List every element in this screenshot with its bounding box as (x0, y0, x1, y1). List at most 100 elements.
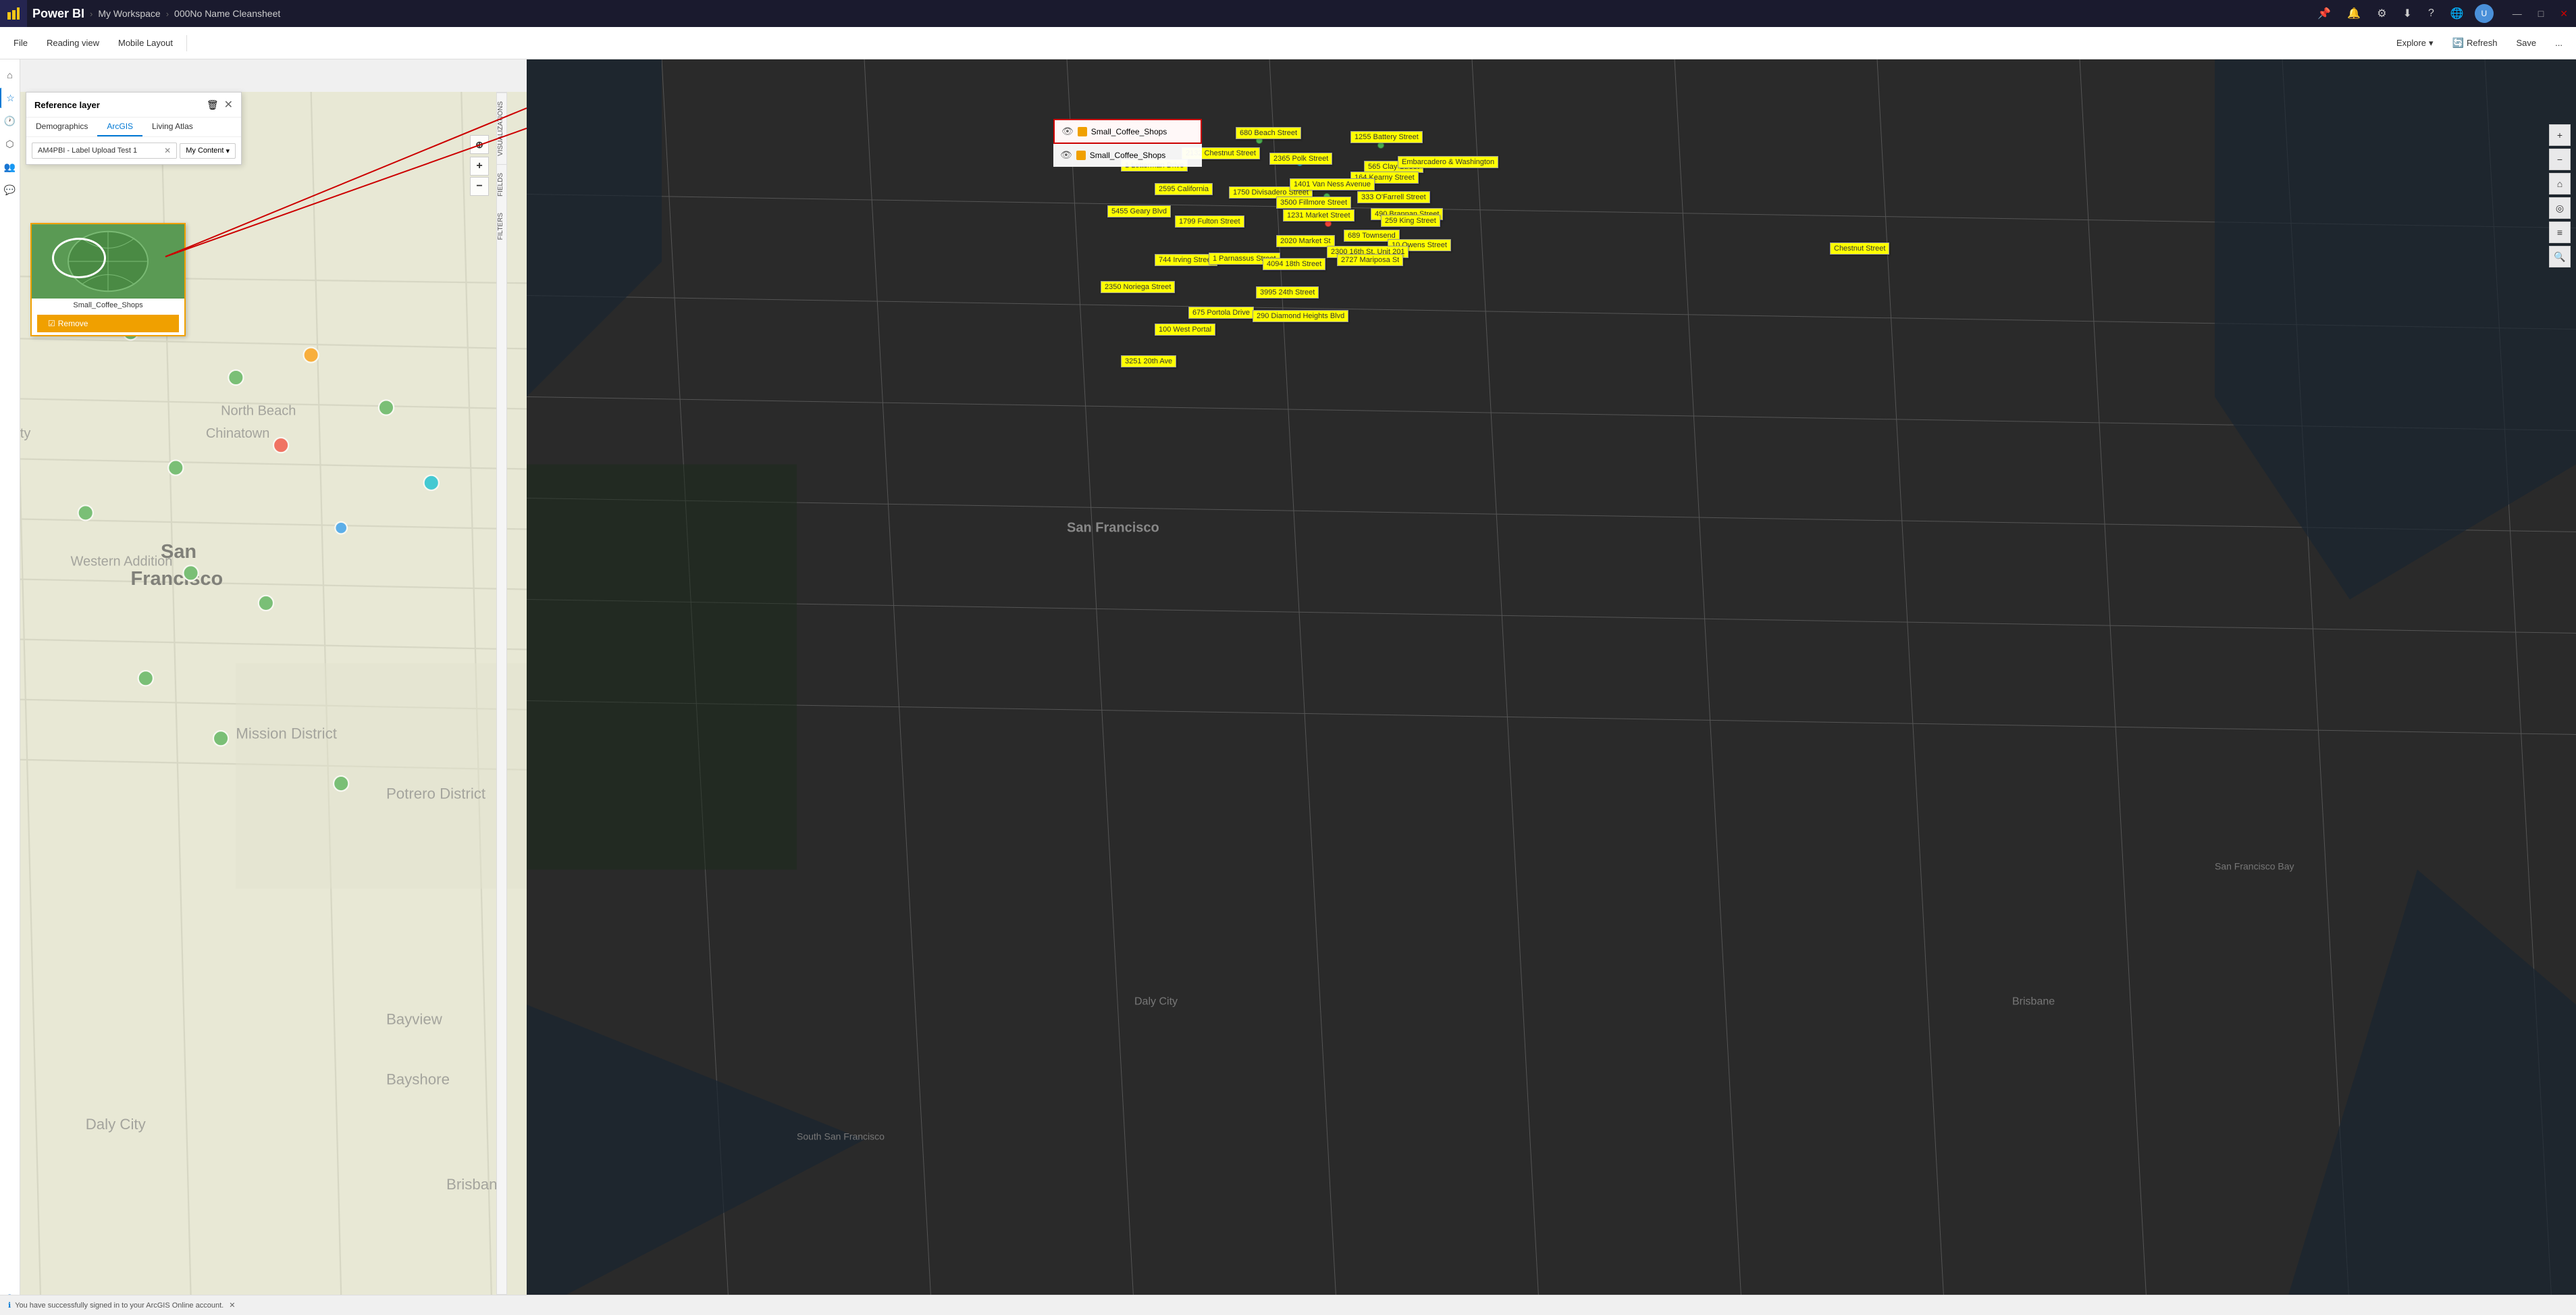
svg-text:Marin County: Marin County (20, 426, 30, 441)
close-btn[interactable]: ✕ (2552, 0, 2576, 27)
tab-demographics[interactable]: Demographics (26, 118, 97, 136)
maximize-btn[interactable]: □ (2530, 0, 2552, 27)
arcgis-search-btn[interactable]: 🔍 (2549, 246, 2571, 267)
svg-text:North Beach: North Beach (221, 404, 296, 419)
svg-text:Potrero District: Potrero District (386, 785, 486, 802)
status-close-btn[interactable]: ✕ (229, 1301, 235, 1310)
download-icon[interactable]: ⬇ (2398, 4, 2417, 23)
vertical-tabs-panel: VISUALIZATIONS FIELDS FILTERS (496, 92, 507, 1295)
svg-text:Chinatown: Chinatown (206, 426, 270, 441)
sidebar-icon-cube[interactable]: ⬡ (0, 134, 20, 154)
arcgis-layers-btn[interactable]: ≡ (2549, 222, 2571, 243)
panel-tabs: Demographics ArcGIS Living Atlas (26, 118, 241, 137)
reference-layer-panel: Reference layer 🗑 ✕ Demographics ArcGIS … (26, 92, 242, 165)
left-map-zoom: ⊕ + − (470, 135, 2568, 196)
panel-header: Reference layer 🗑 ✕ (26, 93, 241, 118)
app-name-label: Power BI (27, 7, 90, 21)
svg-text:Bayview: Bayview (386, 1010, 443, 1027)
svg-text:Francisco: Francisco (131, 568, 224, 590)
remove-btn[interactable]: ☑ Remove (37, 315, 179, 332)
svg-text:San Francisco: San Francisco (1067, 521, 1159, 536)
mobile-layout-btn[interactable]: Mobile Layout (110, 35, 181, 51)
sidebar-icon-people[interactable]: 👥 (0, 157, 20, 177)
map-label-3995-24th: 3995 24th Street (1256, 286, 1319, 299)
map-label-744-irving: 744 Irving Street (1155, 254, 1217, 266)
delete-icon[interactable]: 🗑 (207, 99, 219, 111)
ribbon: File Reading view Mobile Layout Explore … (0, 27, 2576, 59)
help-icon[interactable]: ? (2423, 5, 2440, 22)
settings-icon[interactable]: ⚙ (2371, 4, 2392, 23)
map-label-3500-fillmore: 3500 Fillmore Street (1276, 197, 1351, 209)
refresh-btn[interactable]: 🔄 Refresh (2444, 34, 2506, 51)
app-icon (0, 0, 27, 27)
pin-icon[interactable]: 📌 (2312, 4, 2336, 23)
svg-text:San Francisco Bay: San Francisco Bay (2215, 861, 2294, 872)
card-remove-area: ☑ Remove (32, 312, 184, 335)
tab-arcgis[interactable]: ArcGIS (97, 118, 142, 136)
tab-living-atlas[interactable]: Living Atlas (142, 118, 203, 136)
map-label-5455-geary: 5455 Geary Blvd (1107, 205, 1171, 217)
checkbox-icon: ☑ (48, 319, 55, 328)
arcgis-locate-btn[interactable]: ◎ (2549, 197, 2571, 219)
status-bar: ℹ You have successfully signed in to you… (0, 1295, 2576, 1315)
globe-icon[interactable]: 🌐 (2445, 4, 2469, 23)
reading-view-btn[interactable]: Reading view (38, 35, 107, 51)
svg-text:Bayshore: Bayshore (386, 1071, 450, 1087)
map-label-2020-market: 2020 Market St (1276, 235, 1335, 247)
coffee-shop-card: Small_Coffee_Shops ☑ Remove (30, 223, 186, 336)
sidebar-icon-chat[interactable]: 💬 (0, 180, 20, 200)
svg-text:South San Francisco: South San Francisco (797, 1131, 885, 1142)
map-label-259-king: 259 King Street (1381, 215, 1440, 227)
map-label-3251-20th: 3251 20th Ave (1121, 355, 1176, 367)
more-btn[interactable]: ... (2547, 35, 2571, 51)
filter-label: My Content (186, 147, 224, 155)
svg-text:Daly City: Daly City (1134, 996, 1178, 1008)
map-label-290-diamond: 290 Diamond Heights Blvd (1253, 310, 1348, 322)
zoom-in-btn[interactable]: + (470, 157, 489, 176)
map-label-2350-noriega: 2350 Noriega Street (1101, 281, 1175, 293)
svg-text:Daly City: Daly City (86, 1116, 147, 1133)
search-box[interactable]: AM4PBI - Label Upload Test 1 ✕ (32, 143, 177, 159)
panel-close-btn[interactable]: ✕ (224, 98, 233, 111)
svg-text:Mission District: Mission District (236, 725, 337, 742)
panel-title: Reference layer (34, 100, 100, 110)
ribbon-sep-1 (186, 35, 187, 51)
map-label-1799-fulton: 1799 Fulton Street (1175, 215, 1244, 228)
explore-btn[interactable]: Explore ▾ (2388, 35, 2442, 51)
titlebar: Power BI › My Workspace › 000No Name Cle… (0, 0, 2576, 27)
map-label-4094-18th: 4094 18th Street (1263, 258, 1325, 270)
filters-tab[interactable]: FILTERS (497, 205, 506, 248)
dropdown-arrow-icon: ▾ (226, 147, 230, 155)
map-label-675-portola: 675 Portola Drive (1188, 307, 1254, 319)
search-value: AM4PBI - Label Upload Test 1 (38, 147, 137, 155)
left-sidebar: ⌂ ☆ 🕐 ⬡ 👥 💬 👤 (0, 59, 20, 1315)
map-label-2727-mariposa: 2727 Mariposa St (1337, 254, 1403, 266)
sidebar-icon-star[interactable]: ☆ (0, 88, 20, 108)
workspace-label: My Workspace (93, 8, 165, 19)
status-message: You have successfully signed in to your … (15, 1301, 224, 1310)
title-icons: 📌 🔔 ⚙ ⬇ ? 🌐 U (2312, 4, 2504, 23)
search-clear-icon[interactable]: ✕ (164, 146, 171, 155)
sidebar-icon-clock[interactable]: 🕐 (0, 111, 20, 131)
compass-btn[interactable]: ⊕ (470, 135, 489, 154)
arcgis-map-svg: San Francisco Daly City Brisbane South S… (527, 59, 2576, 1315)
card-thumbnail (32, 224, 184, 299)
window-controls: — □ ✕ (2504, 0, 2576, 27)
card-label: Small_Coffee_Shops (32, 299, 184, 312)
filename-label: 000No Name Cleansheet (169, 8, 286, 19)
arcgis-map-area: San Francisco Daly City Brisbane South S… (527, 59, 2576, 1315)
zoom-out-btn[interactable]: − (470, 177, 489, 196)
minimize-btn[interactable]: — (2504, 0, 2530, 27)
sidebar-icon-home[interactable]: ⌂ (0, 65, 20, 85)
filter-dropdown[interactable]: My Content ▾ (180, 143, 236, 159)
svg-text:Brisbane: Brisbane (2012, 996, 2055, 1008)
bell-icon[interactable]: 🔔 (2342, 4, 2366, 23)
avatar[interactable]: U (2475, 4, 2494, 23)
search-row: AM4PBI - Label Upload Test 1 ✕ My Conten… (26, 137, 241, 164)
map-label-1231-market: 1231 Market Street (1283, 209, 1355, 222)
file-menu[interactable]: File (5, 35, 36, 51)
chestnut-street-label: Chestnut Street (1830, 242, 1889, 255)
save-btn[interactable]: Save (2508, 35, 2545, 51)
svg-text:Western Addition: Western Addition (70, 554, 172, 569)
globe-thumbnail-icon (52, 238, 106, 278)
